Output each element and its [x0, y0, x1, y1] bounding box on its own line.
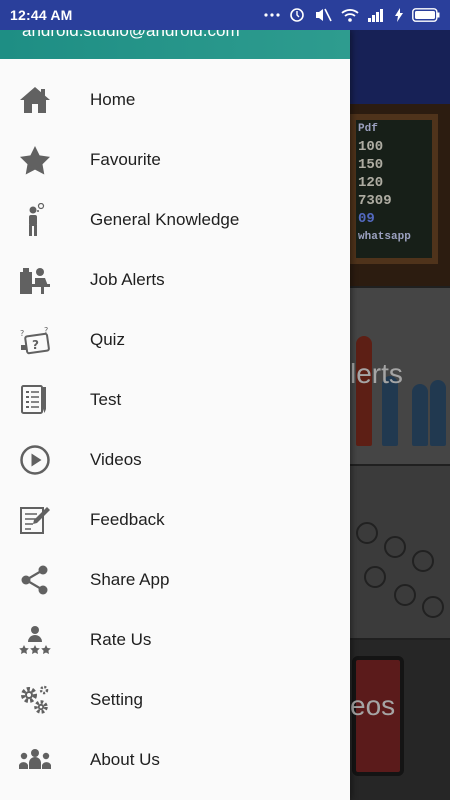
menu-item-share-app[interactable]: Share App: [0, 550, 350, 610]
navigation-drawer: android.studio@android.com Home Favourit…: [0, 30, 350, 800]
star-icon: [17, 142, 53, 178]
menu-item-label: Home: [90, 90, 136, 109]
wifi-icon: [341, 8, 359, 22]
menu-item-setting[interactable]: Setting: [0, 670, 350, 730]
desk-worker-icon: [17, 262, 53, 298]
svg-text:?: ?: [44, 326, 48, 335]
menu-item-label: About Us: [90, 750, 160, 769]
menu-item-rate-us[interactable]: Rate Us: [0, 610, 350, 670]
rate-us-icon: [17, 622, 53, 658]
menu-item-label: General Knowledge: [90, 210, 240, 229]
drawer-header: android.studio@android.com: [0, 30, 350, 59]
menu-item-label: Quiz: [90, 330, 125, 349]
menu-item-label: Setting: [90, 690, 143, 709]
mute-icon: [314, 7, 332, 23]
share-icon: [17, 562, 53, 598]
menu-item-feedback[interactable]: Feedback: [0, 490, 350, 550]
thinking-person-icon: [17, 202, 53, 238]
menu-item-label: Feedback: [90, 510, 165, 529]
menu-item-label: Favourite: [90, 150, 161, 169]
status-time: 12:44 AM: [10, 7, 73, 23]
menu-item-label: Share App: [90, 570, 170, 589]
drawer-scrim[interactable]: [350, 30, 450, 800]
home-icon: [17, 82, 53, 118]
menu-item-general-knowledge[interactable]: General Knowledge: [0, 190, 350, 250]
alarm-icon: [289, 7, 305, 23]
more-dots-icon: [264, 12, 280, 18]
user-email: android.studio@android.com: [22, 30, 240, 40]
menu-item-label: Rate Us: [90, 630, 152, 649]
menu-item-test[interactable]: Test: [0, 370, 350, 430]
svg-text:?: ?: [20, 329, 24, 338]
feedback-icon: [17, 502, 53, 538]
menu-item-job-alerts[interactable]: Job Alerts: [0, 250, 350, 310]
menu-item-label: Test: [90, 390, 122, 409]
gears-icon: [17, 682, 53, 718]
menu-item-label: Videos: [90, 450, 142, 469]
status-icons: [264, 7, 440, 23]
menu-item-label: Job Alerts: [90, 270, 165, 289]
group-icon: [17, 742, 53, 778]
menu-item-favourite[interactable]: Favourite: [0, 130, 350, 190]
menu-item-quiz[interactable]: ??? Quiz: [0, 310, 350, 370]
charging-icon: [395, 8, 403, 22]
drawer-menu: Home Favourite General Knowledge Job Ale…: [0, 59, 350, 790]
battery-icon: [412, 8, 440, 22]
signal-icon: [368, 8, 386, 22]
play-circle-icon: [17, 442, 53, 478]
status-bar: 12:44 AM: [0, 0, 450, 30]
svg-text:?: ?: [32, 338, 39, 352]
menu-item-home[interactable]: Home: [0, 70, 350, 130]
menu-item-about-us[interactable]: About Us: [0, 730, 350, 790]
test-sheet-icon: [17, 382, 53, 418]
menu-item-videos[interactable]: Videos: [0, 430, 350, 490]
quiz-icon: ???: [17, 322, 53, 358]
